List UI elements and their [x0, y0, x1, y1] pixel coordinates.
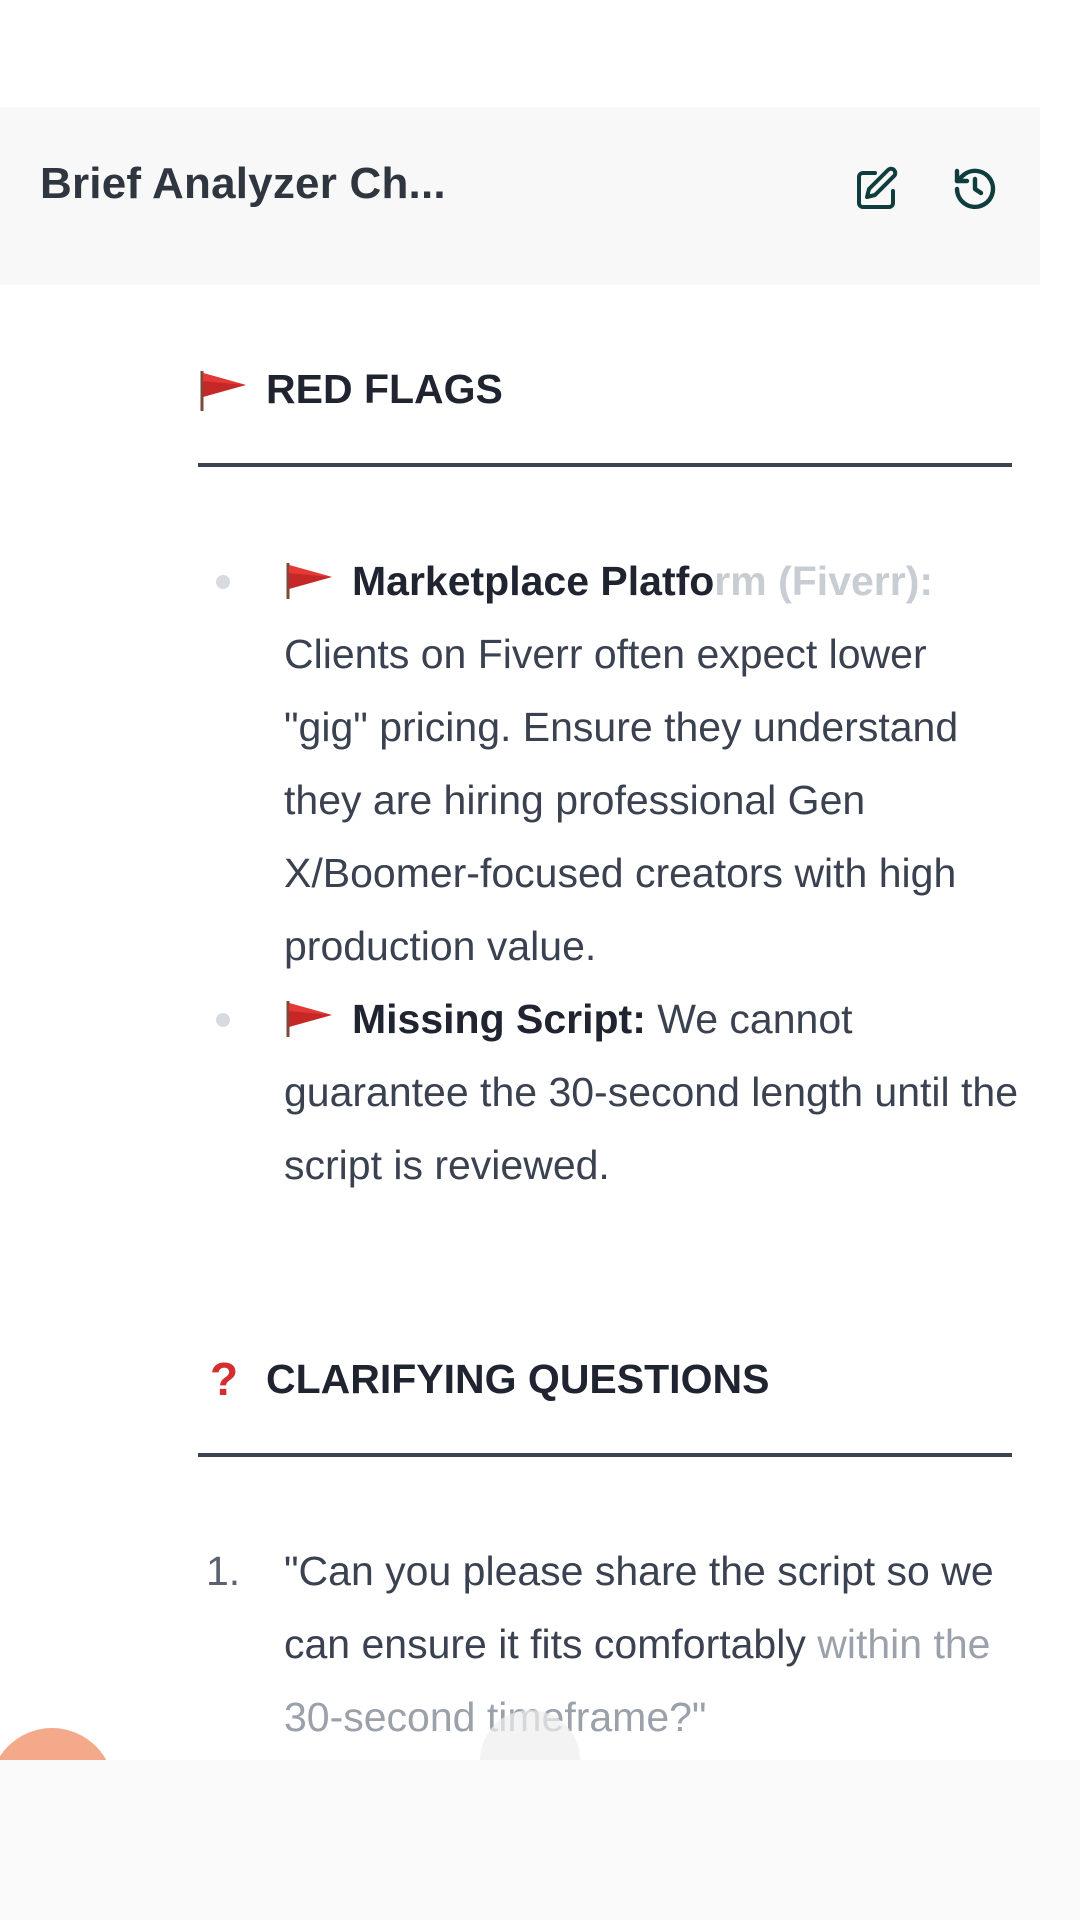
edit-square-icon [857, 166, 898, 209]
red-flag-icon [198, 365, 250, 413]
red-flags-list: Marketplace Platform (Fiverr): Clients o… [198, 545, 1018, 1202]
bullet-dot [216, 575, 230, 589]
chat-title: Brief Analyzer Ch... [40, 159, 446, 208]
red-flags-heading: RED FLAGS [198, 365, 503, 413]
list-number: 1. [206, 1548, 241, 1594]
item-title-faded: rm (Fiverr): [714, 558, 934, 604]
questions-list: 1. "Can you please share the script so w… [198, 1535, 1018, 1754]
history-icon [954, 168, 996, 210]
section-divider [198, 1453, 1012, 1457]
list-item: Marketplace Platform (Fiverr): Clients o… [198, 545, 1018, 983]
red-flags-title: RED FLAGS [266, 365, 503, 412]
bottom-area [0, 1760, 1080, 1920]
new-chat-button[interactable] [847, 159, 907, 219]
item-title: Marketplace Platfo [352, 558, 715, 604]
clarifying-questions-heading: ? CLARIFYING QUESTIONS [198, 1353, 770, 1405]
history-button[interactable] [945, 159, 1005, 219]
item-body: Clients on Fiverr often expect lower "gi… [284, 631, 959, 969]
red-flag-icon [286, 563, 332, 599]
chat-header: Brief Analyzer Ch... [0, 107, 1040, 285]
list-item: Missing Script: We cannot guarantee the … [198, 983, 1018, 1202]
list-item: 1. "Can you please share the script so w… [198, 1535, 1018, 1754]
bullet-dot [216, 1013, 230, 1027]
section-divider [198, 463, 1012, 467]
item-title: Missing Script: [352, 996, 646, 1042]
app-screen: Brief Analyzer Ch... RED FLAGS Marketpla… [0, 0, 1080, 1920]
clarifying-questions-title: CLARIFYING QUESTIONS [266, 1355, 770, 1402]
chat-message-content: RED FLAGS Marketplace Platform (Fiverr):… [0, 285, 1040, 1760]
red-flag-icon [286, 1001, 332, 1037]
question-mark-icon: ? [209, 1353, 239, 1405]
